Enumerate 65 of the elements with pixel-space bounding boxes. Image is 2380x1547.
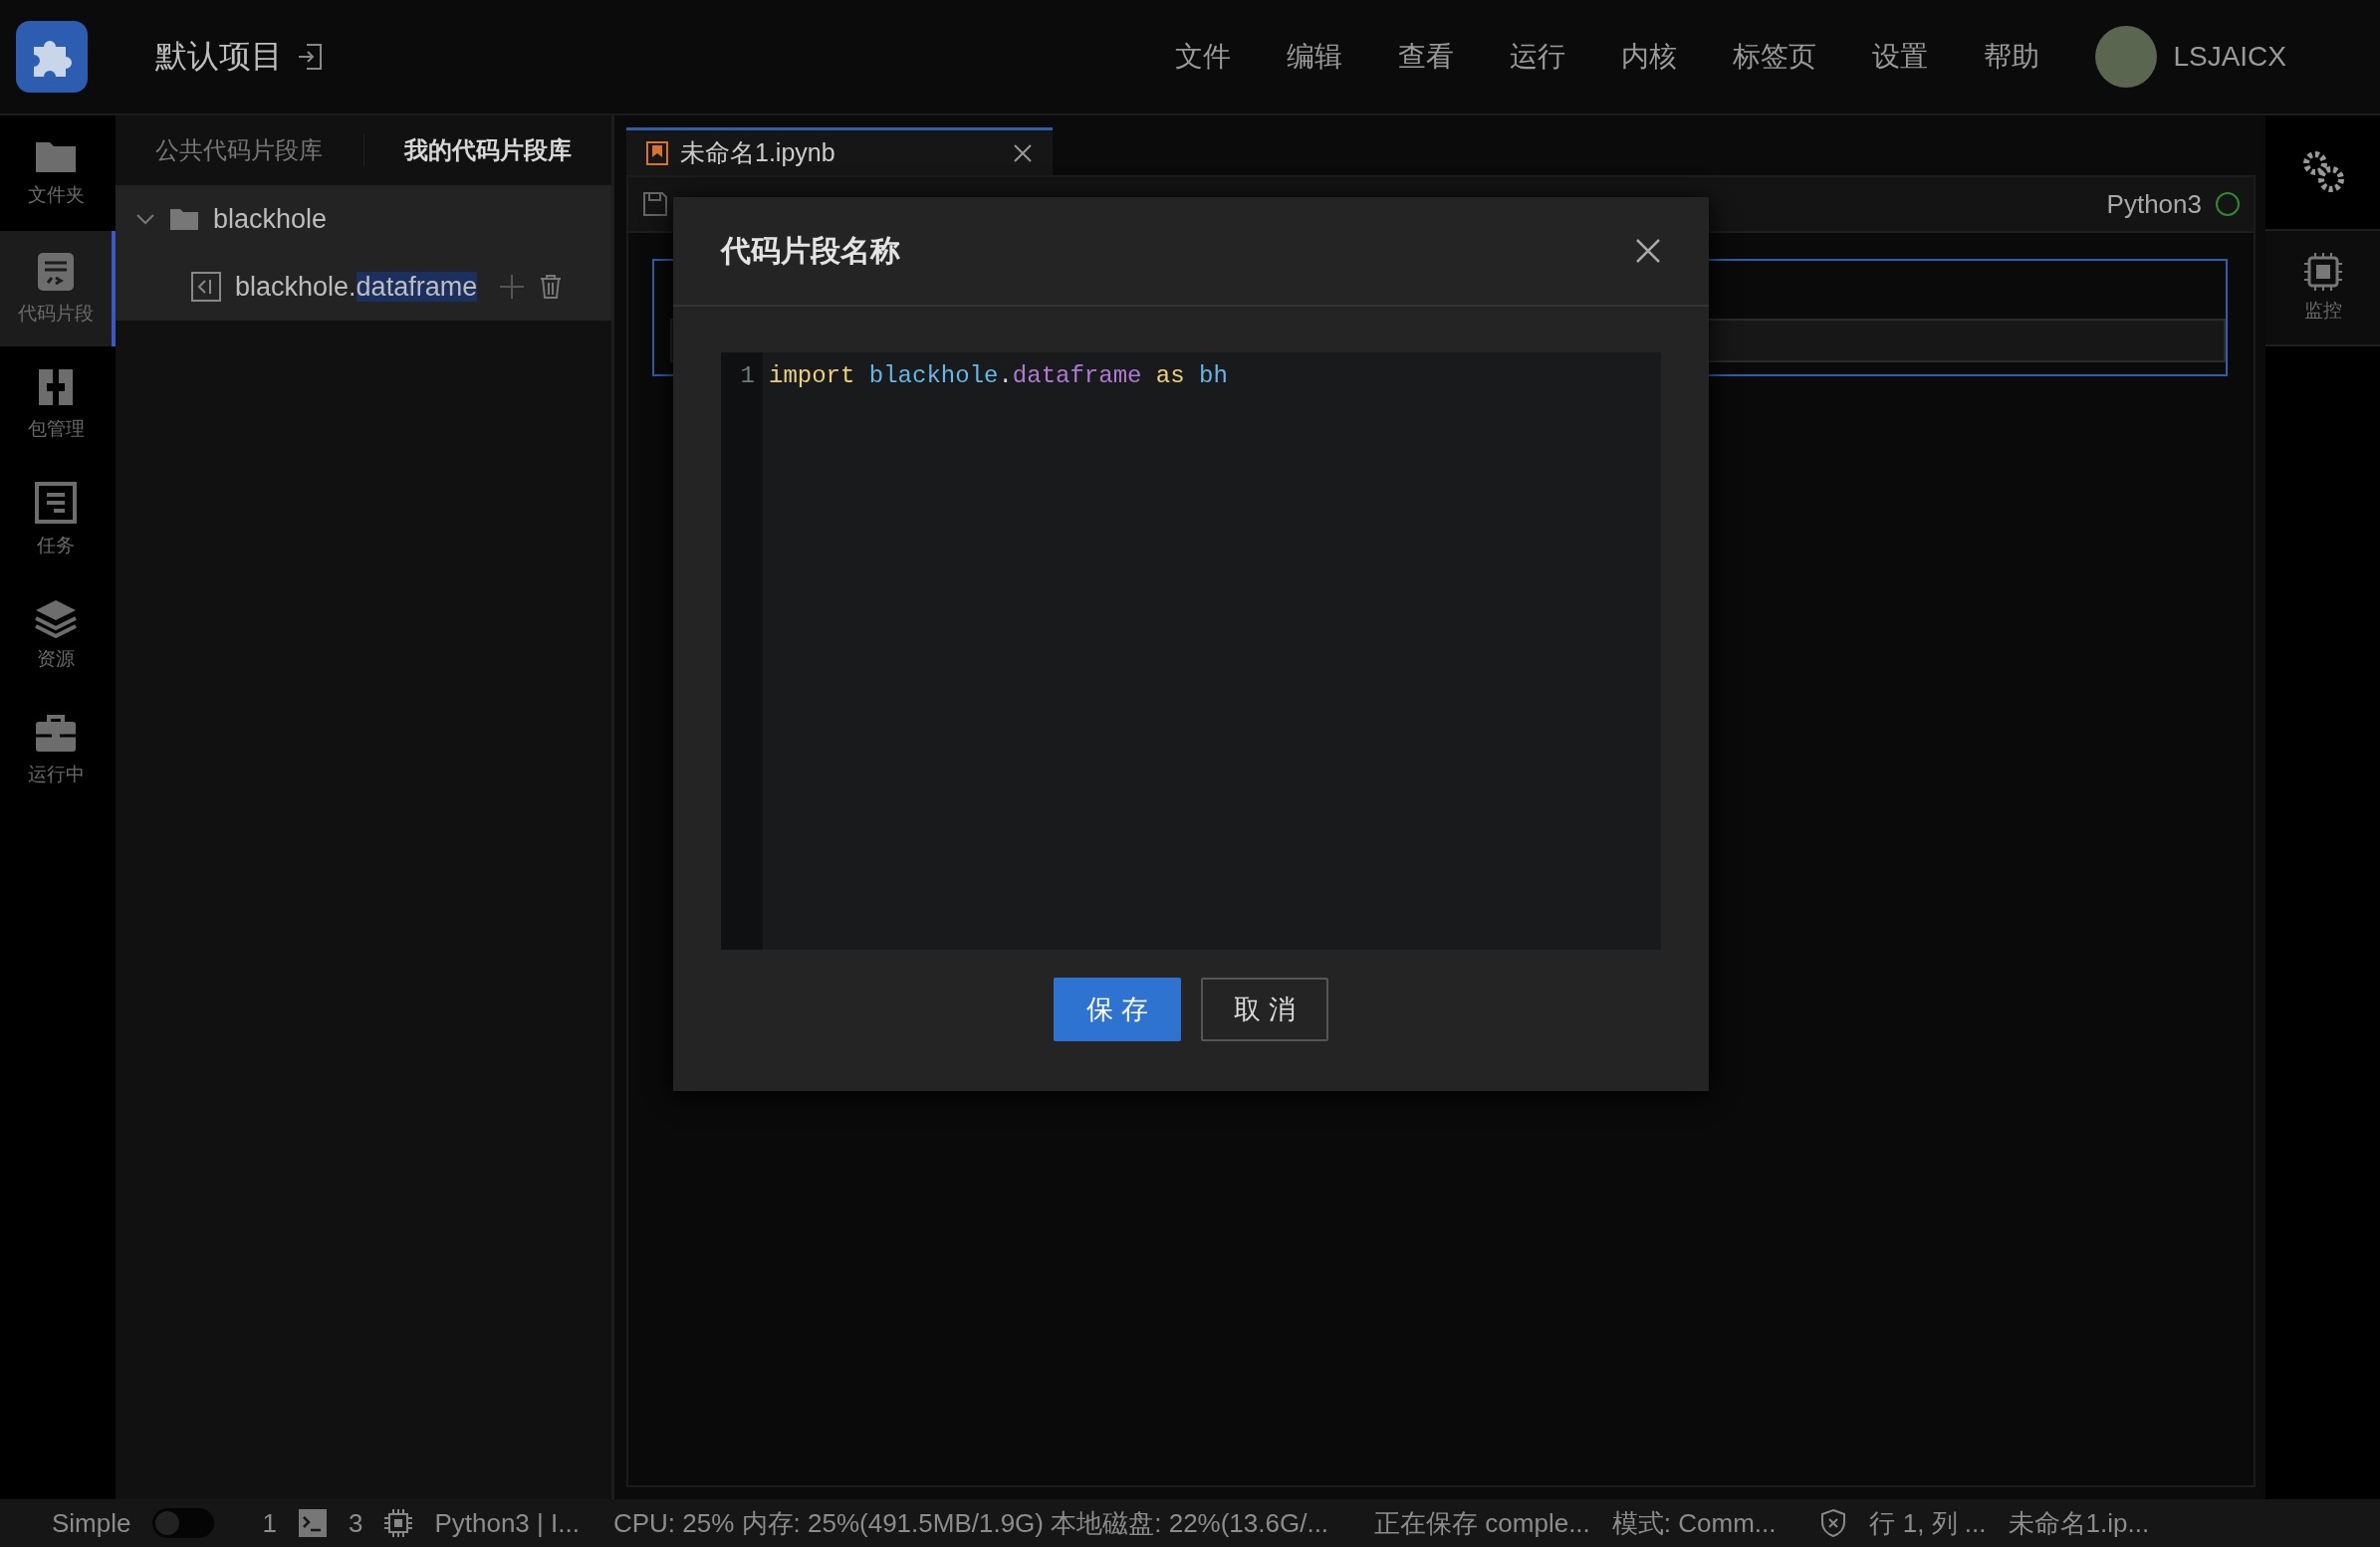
cursor-position: 行 1, 列 ... <box>1869 1506 1987 1540</box>
package-icon <box>36 366 76 408</box>
monitor-label: 监控 <box>2303 299 2342 323</box>
kernel-status-icon <box>2216 192 2240 216</box>
menu-item[interactable]: 内核 <box>1621 38 1678 76</box>
exit-icon[interactable] <box>297 43 323 71</box>
user-name[interactable]: LSJAICX <box>2173 41 2286 73</box>
sidebar-label: 运行中 <box>27 763 85 786</box>
panel-tab[interactable]: 我的代码片段库 <box>362 134 611 166</box>
menu-item[interactable]: 帮助 <box>1984 38 2040 76</box>
cancel-button[interactable]: 取 消 <box>1201 978 1328 1041</box>
resource-usage: CPU: 25% 内存: 25%(491.5MB/1.9G) 本地磁盘: 22%(13.6G/... <box>612 1506 1329 1540</box>
snippet-row[interactable]: blackhole.dataframe <box>116 253 611 321</box>
trash-icon[interactable] <box>539 274 564 300</box>
sidebar-label: 文件夹 <box>27 183 85 207</box>
terminal-count: 1 <box>262 1507 277 1539</box>
folder-icon <box>169 207 199 231</box>
mode-toggle[interactable] <box>152 1508 215 1538</box>
chip-icon <box>2302 252 2343 292</box>
terminal-icon[interactable] <box>298 1509 327 1537</box>
snippet-icon <box>191 272 221 302</box>
edit-mode: 模式: Comm... <box>1611 1506 1777 1540</box>
panel-tab[interactable]: 公共代码片段库 <box>116 134 363 166</box>
menu-item[interactable]: 设置 <box>1872 38 1929 76</box>
notebook-icon <box>646 140 668 165</box>
sidebar-label: 资源 <box>37 647 75 671</box>
save-icon[interactable] <box>642 191 668 217</box>
folder-name: blackhole <box>213 203 328 235</box>
puzzle-logo[interactable] <box>16 21 88 93</box>
sidebar-label: 包管理 <box>27 417 85 441</box>
tab-title: 未命名1.ipynb <box>680 137 835 168</box>
layers-icon <box>34 598 78 638</box>
line-number: 1 <box>739 361 756 389</box>
sidebar-item[interactable]: 包管理 <box>0 346 116 462</box>
sidebar-label: 代码片段 <box>18 302 94 326</box>
folder-row[interactable]: blackhole <box>116 185 611 253</box>
kernel-count: 3 <box>348 1507 363 1539</box>
snippet-name: blackhole.dataframe <box>235 271 478 303</box>
list-icon <box>34 481 78 525</box>
mode-label: Simple <box>52 1507 131 1539</box>
menu-item[interactable]: 运行 <box>1510 38 1566 76</box>
sidebar-item[interactable]: 文件夹 <box>0 115 116 231</box>
chip-icon[interactable] <box>384 1509 413 1537</box>
menu-item[interactable]: 查看 <box>1398 38 1455 76</box>
save-status: 正在保存 comple... <box>1374 1506 1590 1540</box>
code-line: import blackhole.dataframe as bh <box>768 361 1228 391</box>
sidebar-item[interactable]: 资源 <box>0 577 116 693</box>
sidebar-item[interactable]: 任务 <box>0 462 116 577</box>
project-title: 默认项目 <box>155 37 283 76</box>
menu-item[interactable]: 标签页 <box>1733 38 1817 76</box>
sidebar-label: 任务 <box>37 534 75 557</box>
menu-item[interactable]: 文件 <box>1175 38 1232 76</box>
code-document-icon <box>36 251 76 293</box>
kernel-status: Python3 | I... <box>434 1507 580 1539</box>
code-editor[interactable]: 1 import blackhole.dataframe as bh <box>721 352 1661 950</box>
kernel-name[interactable]: Python3 <box>2106 188 2202 220</box>
sidebar-item[interactable]: 运行中 <box>0 693 116 808</box>
shield-icon[interactable] <box>1819 1508 1848 1538</box>
close-icon[interactable] <box>1013 142 1033 163</box>
dialog-title: 代码片段名称 <box>721 232 900 269</box>
save-button[interactable]: 保 存 <box>1054 978 1181 1041</box>
editor-tab[interactable]: 未命名1.ipynb <box>626 127 1053 175</box>
file-name: 未命名1.ip... <box>2008 1506 2150 1540</box>
briefcase-icon <box>34 714 78 754</box>
menu-item[interactable]: 编辑 <box>1287 38 1343 76</box>
